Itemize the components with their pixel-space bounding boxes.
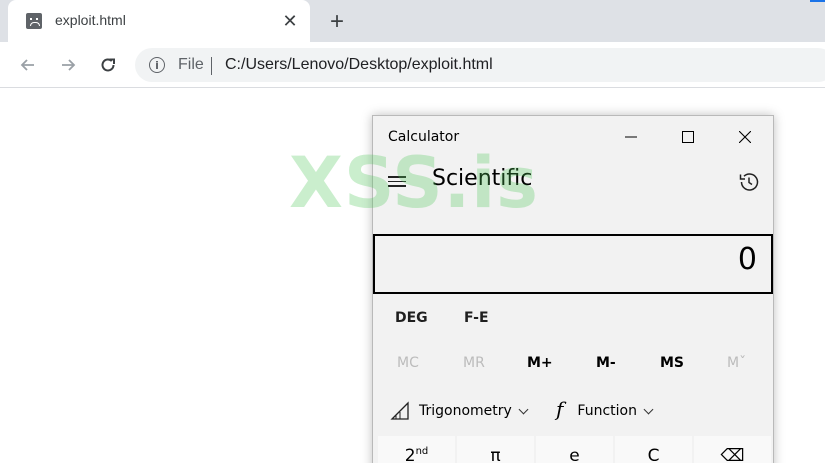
chevron-down-icon [643,404,654,414]
info-icon[interactable]: i [149,57,165,73]
tab-close-icon[interactable]: ✕ [278,9,302,33]
second-function-key[interactable]: 2nd [378,436,455,463]
maximize-icon [681,131,694,143]
memory-clear-button[interactable]: MC [397,355,419,371]
key-label: C [647,446,660,463]
reload-icon [101,58,115,72]
chevron-down-icon [518,404,529,414]
back-button[interactable] [14,51,42,79]
forward-button[interactable] [54,51,82,79]
result-display: 0 [373,234,773,294]
browser-tab[interactable]: exploit.html ✕ [8,0,310,42]
scheme-label: File [178,56,204,73]
calculator-window: Calculator Scientific 0 DEG F-E MC MR M+… [372,115,774,463]
trigonometry-dropdown[interactable]: Trigonometry [390,401,529,421]
screen: exploit.html ✕ + i File C:/Users/Lenovo/… [0,0,825,463]
memory-subtract-button[interactable]: M- [596,355,616,371]
minimize-button[interactable] [602,116,659,158]
key-label: 2 [404,446,416,463]
back-arrow-icon [20,59,34,71]
e-key[interactable]: e [536,436,613,463]
clear-key[interactable]: C [615,436,692,463]
mode-title: Scientific [432,166,533,191]
memory-store-button[interactable]: MS [660,355,684,371]
memory-add-button[interactable]: M+ [527,355,553,371]
close-icon [738,131,751,143]
close-button[interactable] [716,116,773,158]
minimize-icon [624,136,637,138]
function-dropdown[interactable]: f Function [556,397,654,421]
window-title: Calculator [388,129,460,145]
triangle-ruler-icon [390,401,409,420]
hamburger-menu-icon[interactable] [388,173,406,191]
maximize-button[interactable] [659,116,716,158]
notation-button[interactable]: F-E [464,310,489,326]
backspace-icon: ⌫ [720,446,745,463]
tab-title: exploit.html [55,12,126,28]
pi-key[interactable]: π [457,436,534,463]
trigonometry-label: Trigonometry [419,403,512,419]
memory-recall-button[interactable]: MR [463,355,485,371]
new-tab-button[interactable]: + [323,8,351,36]
address-bar[interactable]: i File C:/Users/Lenovo/Desktop/exploit.h… [135,48,825,82]
function-f-icon: f [556,397,564,421]
key-label: π [490,446,501,463]
memory-list-button[interactable]: Mˇ [727,355,746,371]
url-text[interactable]: C:/Users/Lenovo/Desktop/exploit.html [225,56,493,74]
history-button[interactable] [737,170,761,194]
display-value: 0 [737,242,757,277]
key-label: e [569,446,580,463]
window-accent [810,0,825,2]
function-label: Function [577,403,637,419]
key-superscript: nd [415,446,429,457]
address-separator [211,57,212,75]
reload-button[interactable] [94,51,122,79]
sad-page-icon [26,13,42,29]
angle-unit-button[interactable]: DEG [395,310,428,326]
backspace-key[interactable]: ⌫ [694,436,771,463]
history-icon [739,173,759,191]
forward-arrow-icon [62,59,76,71]
browser-toolbar: i File C:/Users/Lenovo/Desktop/exploit.h… [0,42,825,88]
tab-strip: exploit.html ✕ + [0,0,825,42]
